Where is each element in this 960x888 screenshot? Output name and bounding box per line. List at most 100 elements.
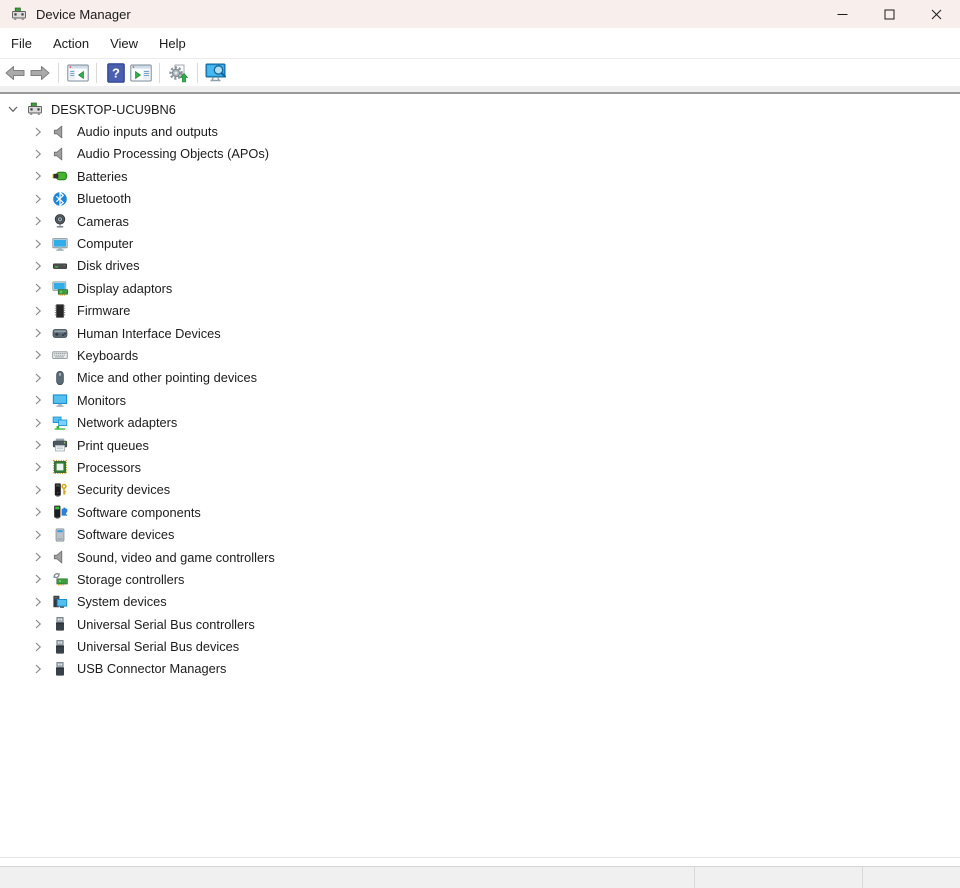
tree-item-mice-and-other-pointing-devices[interactable]: Mice and other pointing devices xyxy=(0,367,960,389)
window-controls xyxy=(819,0,960,28)
tree-item-label: Storage controllers xyxy=(77,572,184,587)
speaker-icon xyxy=(52,124,68,140)
gamepad-icon xyxy=(52,325,68,341)
tree-item-processors[interactable]: Processors xyxy=(0,456,960,478)
chevron-right-icon[interactable] xyxy=(32,126,44,138)
tree-item-label: Processors xyxy=(77,460,141,475)
tree-item-display-adaptors[interactable]: Display adaptors xyxy=(0,277,960,299)
bluetooth-icon xyxy=(52,191,68,207)
tree-item-human-interface-devices[interactable]: Human Interface Devices xyxy=(0,322,960,344)
tree-item-audio-processing-objects-apos[interactable]: Audio Processing Objects (APOs) xyxy=(0,143,960,165)
tree-item-cameras[interactable]: Cameras xyxy=(0,210,960,232)
software-component-icon xyxy=(52,504,68,520)
chevron-right-icon[interactable] xyxy=(32,170,44,182)
tree-item-storage-controllers[interactable]: Storage controllers xyxy=(0,568,960,590)
chevron-right-icon[interactable] xyxy=(32,506,44,518)
show-console-tree-button[interactable] xyxy=(65,61,90,85)
disk-drive-icon xyxy=(52,258,68,274)
tree-item-computer[interactable]: Computer xyxy=(0,232,960,254)
tree-item-label: Security devices xyxy=(77,482,170,497)
tree-item-label: Display adaptors xyxy=(77,281,172,296)
tree-item-disk-drives[interactable]: Disk drives xyxy=(0,255,960,277)
tree-item-label: Cameras xyxy=(77,214,129,229)
menu-view[interactable]: View xyxy=(100,32,148,55)
tree-item-software-devices[interactable]: Software devices xyxy=(0,523,960,545)
tree-item-batteries[interactable]: Batteries xyxy=(0,165,960,187)
chevron-right-icon[interactable] xyxy=(32,641,44,653)
tree-item-label: Sound, video and game controllers xyxy=(77,550,275,565)
chevron-right-icon[interactable] xyxy=(32,372,44,384)
show-action-pane-button[interactable] xyxy=(128,61,153,85)
update-driver-button[interactable] xyxy=(166,61,191,85)
chevron-right-icon[interactable] xyxy=(32,573,44,585)
minimize-button[interactable] xyxy=(819,0,866,28)
chevron-right-icon[interactable] xyxy=(32,148,44,160)
update-driver-icon xyxy=(168,63,190,83)
chevron-right-icon[interactable] xyxy=(32,461,44,473)
chevron-right-icon[interactable] xyxy=(32,349,44,361)
tree-item-system-devices[interactable]: System devices xyxy=(0,591,960,613)
tree-item-firmware[interactable]: Firmware xyxy=(0,300,960,322)
maximize-icon xyxy=(884,9,895,20)
chevron-right-icon[interactable] xyxy=(32,260,44,272)
statusbar-cell xyxy=(0,867,694,888)
tree-item-usb-connector-managers[interactable]: USB Connector Managers xyxy=(0,658,960,680)
chevron-right-icon[interactable] xyxy=(32,193,44,205)
scan-hardware-changes-button[interactable] xyxy=(204,61,229,85)
chevron-right-icon[interactable] xyxy=(32,663,44,675)
svg-text:?: ? xyxy=(112,66,120,81)
chevron-right-icon[interactable] xyxy=(32,282,44,294)
tree-item-universal-serial-bus-controllers[interactable]: Universal Serial Bus controllers xyxy=(0,613,960,635)
chevron-right-icon[interactable] xyxy=(32,618,44,630)
tree-item-label: Human Interface Devices xyxy=(77,326,221,341)
close-button[interactable] xyxy=(913,0,960,28)
chevron-right-icon[interactable] xyxy=(32,238,44,250)
tree-item-print-queues[interactable]: Print queues xyxy=(0,434,960,456)
tree-item-network-adapters[interactable]: Network adapters xyxy=(0,411,960,433)
chevron-right-icon[interactable] xyxy=(32,215,44,227)
processor-icon xyxy=(52,459,68,475)
chevron-right-icon[interactable] xyxy=(32,529,44,541)
tree-item-monitors[interactable]: Monitors xyxy=(0,389,960,411)
help-button[interactable]: ? xyxy=(103,61,128,85)
tree-item-security-devices[interactable]: Security devices xyxy=(0,479,960,501)
tree-item-label: Firmware xyxy=(77,303,130,318)
menu-help[interactable]: Help xyxy=(149,32,196,55)
tree-item-bluetooth[interactable]: Bluetooth xyxy=(0,188,960,210)
chevron-right-icon[interactable] xyxy=(32,596,44,608)
system-device-icon xyxy=(52,594,68,610)
chevron-down-icon[interactable] xyxy=(7,103,19,115)
device-tree: DESKTOP-UCU9BN6Audio inputs and outputsA… xyxy=(0,94,960,857)
chevron-right-icon[interactable] xyxy=(32,551,44,563)
toolbar-separator xyxy=(96,63,97,83)
toolbar-separator xyxy=(159,63,160,83)
forward-button[interactable] xyxy=(27,61,52,85)
chevron-right-icon[interactable] xyxy=(32,394,44,406)
tree-item-keyboards[interactable]: Keyboards xyxy=(0,344,960,366)
tree-item-sound-video-and-game-controllers[interactable]: Sound, video and game controllers xyxy=(0,546,960,568)
camera-icon xyxy=(52,213,68,229)
menu-action[interactable]: Action xyxy=(43,32,99,55)
tree-item-universal-serial-bus-devices[interactable]: Universal Serial Bus devices xyxy=(0,635,960,657)
tree-item-label: Disk drives xyxy=(77,258,140,273)
chevron-right-icon[interactable] xyxy=(32,417,44,429)
tree-root-desktop-ucu9bn6[interactable]: DESKTOP-UCU9BN6 xyxy=(0,98,960,120)
titlebar: Device Manager xyxy=(0,0,960,28)
maximize-button[interactable] xyxy=(866,0,913,28)
printer-icon xyxy=(52,437,68,453)
chevron-right-icon[interactable] xyxy=(32,484,44,496)
back-button[interactable] xyxy=(2,61,27,85)
speaker-icon xyxy=(52,146,68,162)
tree-item-label: Bluetooth xyxy=(77,191,131,206)
chevron-right-icon[interactable] xyxy=(32,439,44,451)
statusbar xyxy=(0,866,960,888)
chevron-right-icon[interactable] xyxy=(32,327,44,339)
minimize-icon xyxy=(837,9,848,20)
battery-icon xyxy=(52,168,68,184)
tree-item-software-components[interactable]: Software components xyxy=(0,501,960,523)
tree-item-label: Monitors xyxy=(77,393,126,408)
menu-file[interactable]: File xyxy=(1,32,42,55)
chevron-right-icon[interactable] xyxy=(32,305,44,317)
tree-item-audio-inputs-and-outputs[interactable]: Audio inputs and outputs xyxy=(0,120,960,142)
speaker-icon xyxy=(52,549,68,565)
